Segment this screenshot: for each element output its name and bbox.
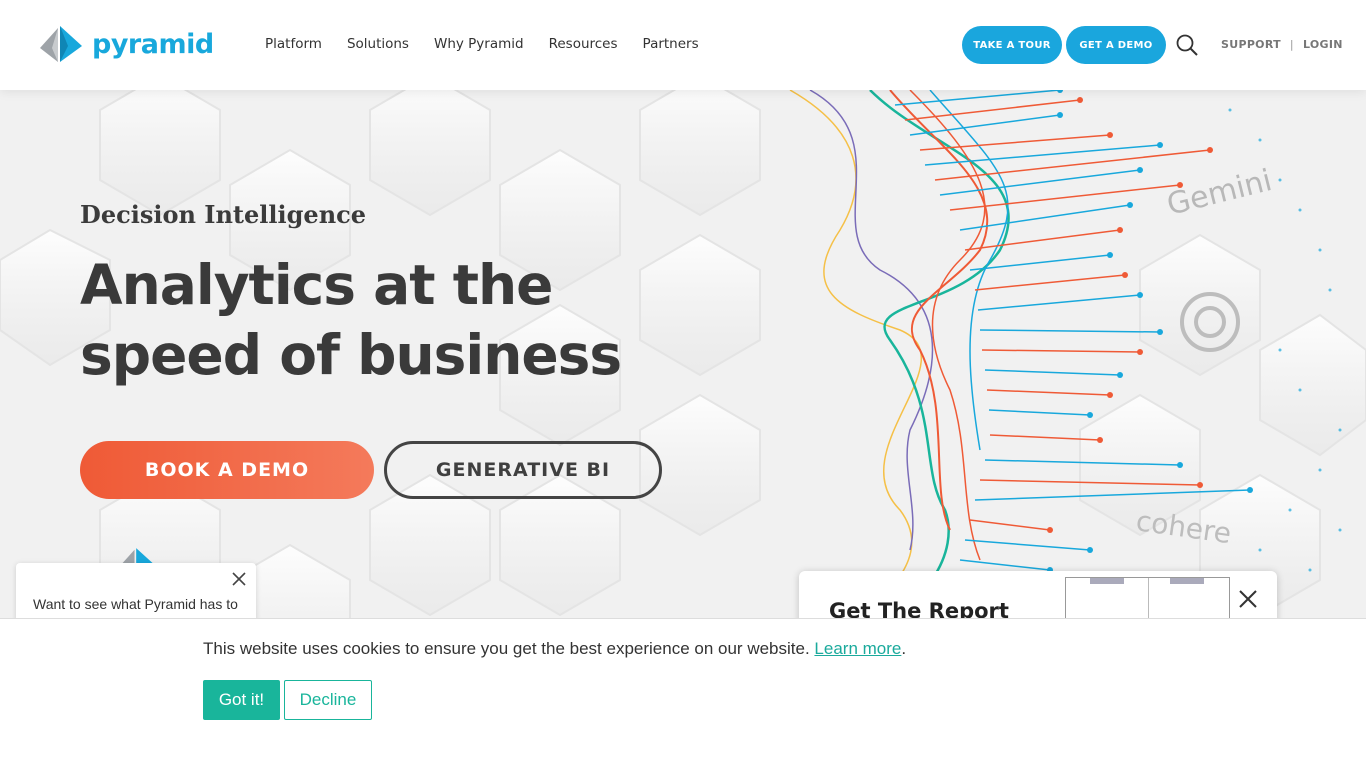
pyramid-logo-icon [40, 26, 82, 62]
nav-partners[interactable]: Partners [643, 36, 699, 52]
generative-bi-button[interactable]: GENERATIVE BI [384, 441, 662, 499]
support-link[interactable]: SUPPORT [1221, 38, 1281, 51]
nav-resources[interactable]: Resources [549, 36, 618, 52]
chat-close-icon[interactable] [232, 572, 246, 586]
hero-headline: Analytics at the speed of business [80, 250, 622, 390]
nav-solutions[interactable]: Solutions [347, 36, 409, 52]
site-header: pyramid Platform Solutions Why Pyramid R… [0, 0, 1366, 90]
login-link[interactable]: LOGIN [1303, 38, 1343, 51]
search-icon[interactable] [1175, 33, 1199, 57]
book-a-demo-button[interactable]: BOOK A DEMO [80, 441, 374, 499]
nav-platform[interactable]: Platform [265, 36, 322, 52]
learn-more-link[interactable]: Learn more [814, 639, 901, 658]
cookie-text: This website uses cookies to ensure you … [203, 639, 810, 658]
report-close-icon[interactable] [1239, 590, 1257, 608]
link-separator: | [1289, 38, 1294, 51]
headline-line-2: speed of business [80, 323, 622, 387]
cookie-message: This website uses cookies to ensure you … [203, 639, 906, 659]
cookie-banner: This website uses cookies to ensure you … [0, 618, 1366, 768]
utility-links: SUPPORT | LOGIN [1221, 38, 1343, 51]
got-it-button[interactable]: Got it! [203, 680, 280, 720]
brand-name: pyramid [92, 28, 214, 60]
pyramid-logo[interactable]: pyramid [38, 24, 214, 64]
main-nav: Platform Solutions Why Pyramid Resources… [265, 36, 724, 52]
chat-bubble[interactable]: Want to see what Pyramid has to [16, 563, 256, 623]
hero-eyebrow: Decision Intelligence [80, 200, 367, 229]
openai-logo-icon [1180, 292, 1240, 352]
take-a-tour-button[interactable]: TAKE A TOUR [962, 26, 1062, 64]
nav-why-pyramid[interactable]: Why Pyramid [434, 36, 524, 52]
gemini-logo-text: Gemini [1163, 163, 1275, 223]
decline-button[interactable]: Decline [284, 680, 372, 720]
chat-message: Want to see what Pyramid has to [33, 596, 238, 612]
headline-line-1: Analytics at the [80, 253, 553, 317]
cohere-logo-text: cohere [1134, 504, 1233, 550]
cookie-period: . [901, 639, 907, 658]
get-a-demo-button[interactable]: GET A DEMO [1066, 26, 1166, 64]
